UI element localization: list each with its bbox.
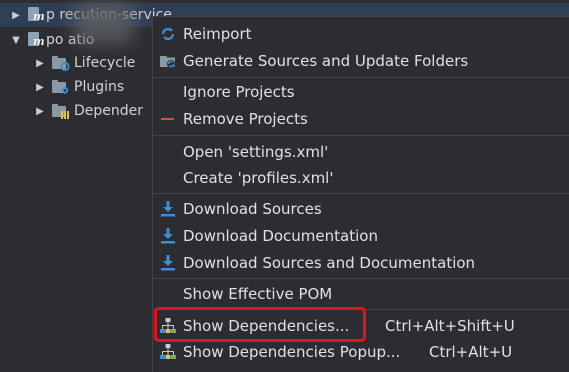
menu-item-show-dependencies-popup[interactable]: Show Dependencies Popup... Ctrl+Alt+U [153,338,569,365]
tree-row-plugins[interactable]: ▶ Plugins [0,75,124,99]
download-icon [159,200,177,218]
lifecycle-folder-icon [52,55,70,71]
collapsed-arrow-icon[interactable]: ▶ [10,9,22,21]
maven-module-icon: m [28,7,45,23]
menu-separator [153,278,569,279]
tree-label-dependencies: Depender [74,103,144,119]
menu-item-create-profiles[interactable]: Create 'profiles.xml' [153,164,569,191]
collapsed-arrow-icon[interactable]: ▶ [34,81,46,93]
menu-label-generate-sources: Generate Sources and Update Folders [183,51,469,70]
download-icon [159,254,177,272]
annotation-highlight-box [154,307,366,342]
maven-module-icon: m [28,32,45,48]
menu-label-create-profiles: Create 'profiles.xml' [183,168,334,187]
tree-label-lifecycle: Lifecycle [74,55,136,71]
tree-label-plugins: Plugins [74,79,125,95]
menu-item-show-effective-pom[interactable]: Show Effective POM [153,280,569,307]
menu-label-reimport: Reimport [183,24,252,43]
reimport-icon [159,25,177,43]
dependency-diagram-icon [159,343,177,361]
menu-separator [153,135,569,136]
expanded-arrow-icon[interactable]: ▼ [10,34,22,46]
redaction-blur [74,2,134,44]
download-icon [159,227,177,245]
menu-item-download-sources-and-docs[interactable]: Download Sources and Documentation [153,249,569,276]
menu-item-open-settings[interactable]: Open 'settings.xml' [153,138,569,165]
menu-item-download-sources[interactable]: Download Sources [153,195,569,222]
menu-label-show-effective-pom: Show Effective POM [183,284,333,303]
dependencies-folder-icon [52,103,70,119]
menu-label-download-sources: Download Sources [183,199,322,218]
menu-item-remove-projects[interactable]: Remove Projects [153,105,569,132]
menu-item-generate-sources[interactable]: Generate Sources and Update Folders [153,47,569,74]
menu-label-remove-projects: Remove Projects [183,109,308,128]
menu-item-reimport[interactable]: Reimport [153,20,569,47]
tree-row-dependencies[interactable]: ▶ Depender [0,99,143,123]
collapsed-arrow-icon[interactable]: ▶ [34,105,46,117]
menu-item-ignore-projects[interactable]: Ignore Projects [153,78,569,105]
menu-label-show-dependencies-popup: Show Dependencies Popup... [183,342,401,361]
shortcut-show-dependencies-popup: Ctrl+Alt+U [429,342,513,361]
menu-label-open-settings: Open 'settings.xml' [183,142,329,161]
collapsed-arrow-icon[interactable]: ▶ [34,57,46,69]
menu-item-download-documentation[interactable]: Download Documentation [153,222,569,249]
remove-icon [159,110,177,128]
menu-separator [153,193,569,194]
menu-label-download-documentation: Download Documentation [183,226,378,245]
tree-row-lifecycle[interactable]: ▶ Lifecycle [0,51,135,75]
generate-sources-icon [159,52,177,70]
menu-label-ignore-projects: Ignore Projects [183,82,295,101]
plugins-folder-icon [52,79,70,95]
menu-label-download-sources-and-docs: Download Sources and Documentation [183,253,476,272]
shortcut-show-dependencies: Ctrl+Alt+Shift+U [385,316,515,335]
